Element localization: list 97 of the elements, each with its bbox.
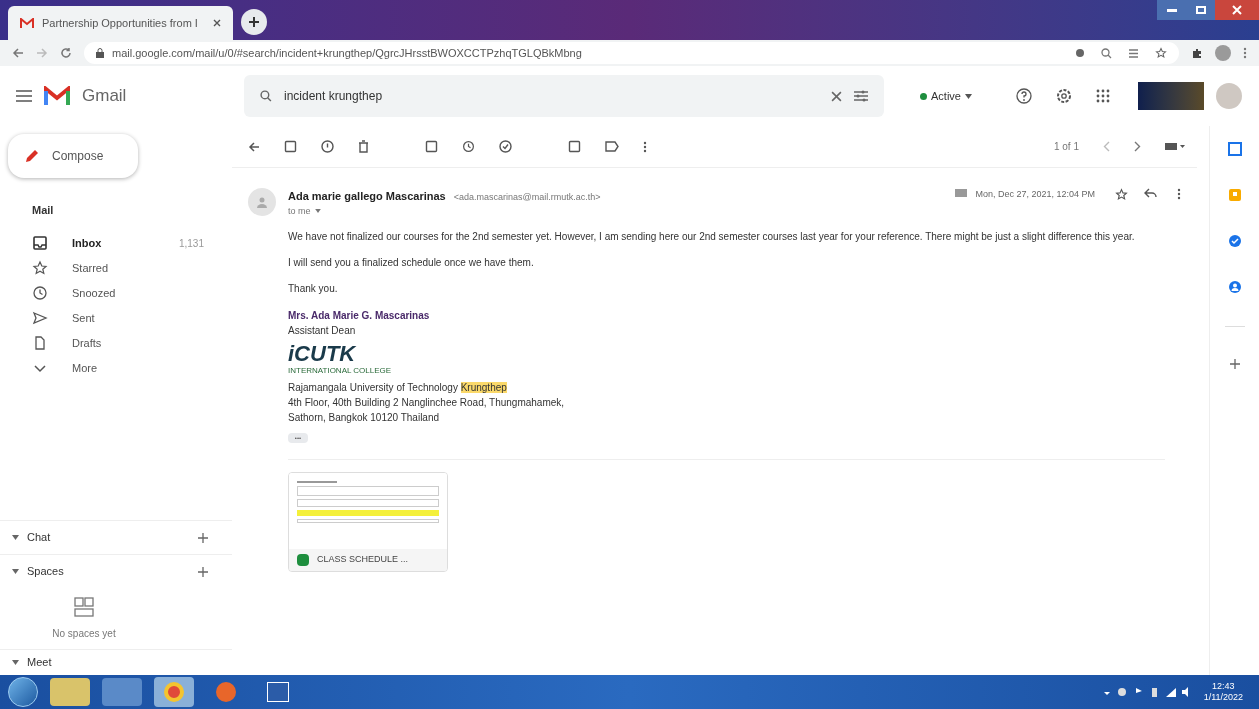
close-icon[interactable] bbox=[831, 90, 842, 102]
signature-title: Assistant Dean bbox=[288, 324, 357, 338]
sidebar-item[interactable]: Drafts bbox=[0, 330, 220, 356]
chevron-right-icon[interactable] bbox=[1134, 141, 1141, 152]
sidebar-item[interactable]: Starred bbox=[0, 255, 220, 281]
address-line: Rajamangala University of Technology Krungthep bbox=[288, 381, 508, 395]
star-icon bbox=[32, 260, 48, 276]
search-icon[interactable] bbox=[260, 90, 272, 102]
contacts-icon[interactable] bbox=[1227, 280, 1242, 294]
reload-icon[interactable] bbox=[60, 47, 72, 59]
inbox-icon bbox=[32, 235, 48, 251]
puzzle-piece-icon[interactable] bbox=[1191, 47, 1203, 59]
trash-icon[interactable] bbox=[358, 140, 369, 153]
more-vertical-icon[interactable] bbox=[1243, 47, 1247, 59]
apps-grid-icon[interactable] bbox=[1095, 89, 1110, 103]
new-tab-button[interactable] bbox=[241, 9, 267, 35]
attachment-name: CLASS SCHEDULE ... bbox=[317, 553, 409, 567]
settings-icon[interactable] bbox=[1055, 88, 1072, 104]
back-arrow-icon[interactable] bbox=[12, 47, 24, 59]
plus-icon[interactable] bbox=[1229, 359, 1240, 369]
label-icon[interactable] bbox=[605, 141, 619, 152]
address-line: 4th Floor, 40th Building 2 Nanglinchee Road, Thungmahamek, bbox=[288, 396, 566, 410]
mail-logo-icon bbox=[20, 17, 34, 29]
message-paragraph: I will send you a finalized schedule once we have them. bbox=[288, 256, 535, 270]
plus-icon[interactable] bbox=[198, 566, 208, 577]
record-icon[interactable] bbox=[1075, 48, 1085, 58]
message-paragraph: We have not finalized our courses for the 2nd semester yet. However, I am sending here our 2nd semester courses last year for your reference. There might be just a slight difference this year. bbox=[288, 230, 1136, 244]
message-paragraph: Thank you. bbox=[288, 282, 339, 296]
calendar-icon[interactable] bbox=[1227, 142, 1242, 156]
clock-date: 1/11/2022 bbox=[1203, 692, 1243, 703]
address-line: Sathorn, Bangkok 10120 Thailand bbox=[288, 411, 441, 425]
signature-name: Mrs. Ada Marie G. Mascarinas bbox=[288, 309, 431, 323]
lock-icon bbox=[96, 48, 104, 58]
file-icon bbox=[32, 335, 48, 351]
spaces-icon bbox=[73, 596, 95, 618]
star-icon[interactable] bbox=[1115, 188, 1128, 201]
plus-icon bbox=[248, 16, 260, 28]
reply-arrow-icon[interactable] bbox=[1144, 188, 1157, 199]
caret-icon[interactable] bbox=[12, 569, 19, 574]
section-heading: Mail bbox=[32, 203, 55, 218]
caret-icon[interactable] bbox=[12, 660, 19, 665]
compose-button[interactable]: Compose bbox=[8, 134, 138, 178]
plus-icon[interactable] bbox=[198, 532, 208, 543]
section-heading[interactable]: Chat bbox=[27, 529, 190, 546]
star-icon[interactable] bbox=[1155, 47, 1167, 59]
clock-icon bbox=[32, 285, 48, 301]
pencil-icon bbox=[24, 148, 40, 164]
more-vertical-icon[interactable] bbox=[643, 140, 647, 153]
more-vertical-icon[interactable] bbox=[1177, 188, 1181, 200]
search-icon[interactable] bbox=[1101, 47, 1112, 59]
sidebar-item[interactable]: More bbox=[0, 355, 220, 381]
list-icon[interactable] bbox=[1128, 47, 1139, 59]
college-logo: iCUTK INTERNATIONAL COLLEGE bbox=[288, 342, 392, 376]
app-name: Gmail bbox=[82, 85, 128, 108]
caret-icon[interactable] bbox=[12, 535, 19, 540]
caret-icon[interactable] bbox=[314, 209, 321, 214]
search-bar[interactable]: incident krungthep bbox=[244, 75, 884, 117]
keyboard-icon[interactable] bbox=[1165, 142, 1185, 151]
menu-icon[interactable] bbox=[16, 90, 32, 102]
message-date: Mon, Dec 27, 2021, 12:04 PM bbox=[975, 188, 1095, 201]
send-icon bbox=[32, 310, 48, 326]
sidebar-item[interactable]: Snoozed bbox=[0, 280, 220, 306]
back-arrow-icon[interactable] bbox=[248, 140, 260, 153]
sidebar-item[interactable]: Sent bbox=[0, 305, 220, 331]
spreadsheet-icon bbox=[297, 554, 309, 566]
sidebar-item[interactable]: Inbox 1,131 bbox=[0, 230, 220, 256]
report-icon[interactable] bbox=[321, 140, 334, 153]
sender-email: <ada.mascarinas@mail.rmutk.ac.th> bbox=[453, 191, 601, 204]
tab-title: Partnership Opportunities from I bbox=[42, 15, 199, 31]
address-bar[interactable]: mail.google.com/mail/u/0/#search/incident+krungthep/QgrcJHrsstBWOXCCTPzhqTGLQBkMbng bbox=[84, 42, 1179, 64]
sender-name: Ada marie gallego Mascarinas bbox=[288, 189, 446, 204]
close-window-button[interactable] bbox=[1215, 0, 1259, 20]
attachment-card[interactable]: CLASS SCHEDULE ... bbox=[288, 472, 448, 572]
help-icon[interactable] bbox=[1015, 88, 1032, 104]
clock-icon[interactable] bbox=[462, 140, 475, 153]
start-button[interactable] bbox=[8, 677, 38, 707]
pagination-text: 1 of 1 bbox=[1053, 140, 1079, 154]
section-heading[interactable]: Meet bbox=[27, 654, 52, 671]
url-text: mail.google.com/mail/u/0/#search/incident+krungthep/QgrcJHrsstBWOXCCTPzhqTGLQBkMbng bbox=[112, 45, 582, 61]
recipient-text: to me bbox=[288, 204, 311, 218]
gmail-logo-icon bbox=[44, 86, 70, 106]
close-icon bbox=[1232, 5, 1242, 15]
browser-tab[interactable]: Partnership Opportunities from I bbox=[8, 6, 233, 40]
section-heading[interactable]: Spaces bbox=[27, 563, 190, 580]
person-silhouette-icon bbox=[256, 196, 268, 208]
caret-icon bbox=[964, 93, 972, 99]
close-icon[interactable] bbox=[213, 19, 221, 27]
minimize-button[interactable] bbox=[1157, 0, 1187, 20]
check-circle-icon[interactable] bbox=[499, 140, 512, 153]
organization-logo bbox=[1137, 82, 1204, 110]
maximize-button[interactable] bbox=[1187, 0, 1215, 20]
status-selector[interactable]: Active bbox=[912, 83, 980, 109]
search-field[interactable]: incident krungthep bbox=[284, 87, 819, 105]
filter-sliders-icon[interactable] bbox=[854, 90, 868, 102]
clock-time: 12:43 bbox=[1212, 681, 1235, 692]
empty-state-text: No spaces yet bbox=[52, 627, 116, 641]
tasks-icon[interactable] bbox=[1227, 234, 1242, 248]
